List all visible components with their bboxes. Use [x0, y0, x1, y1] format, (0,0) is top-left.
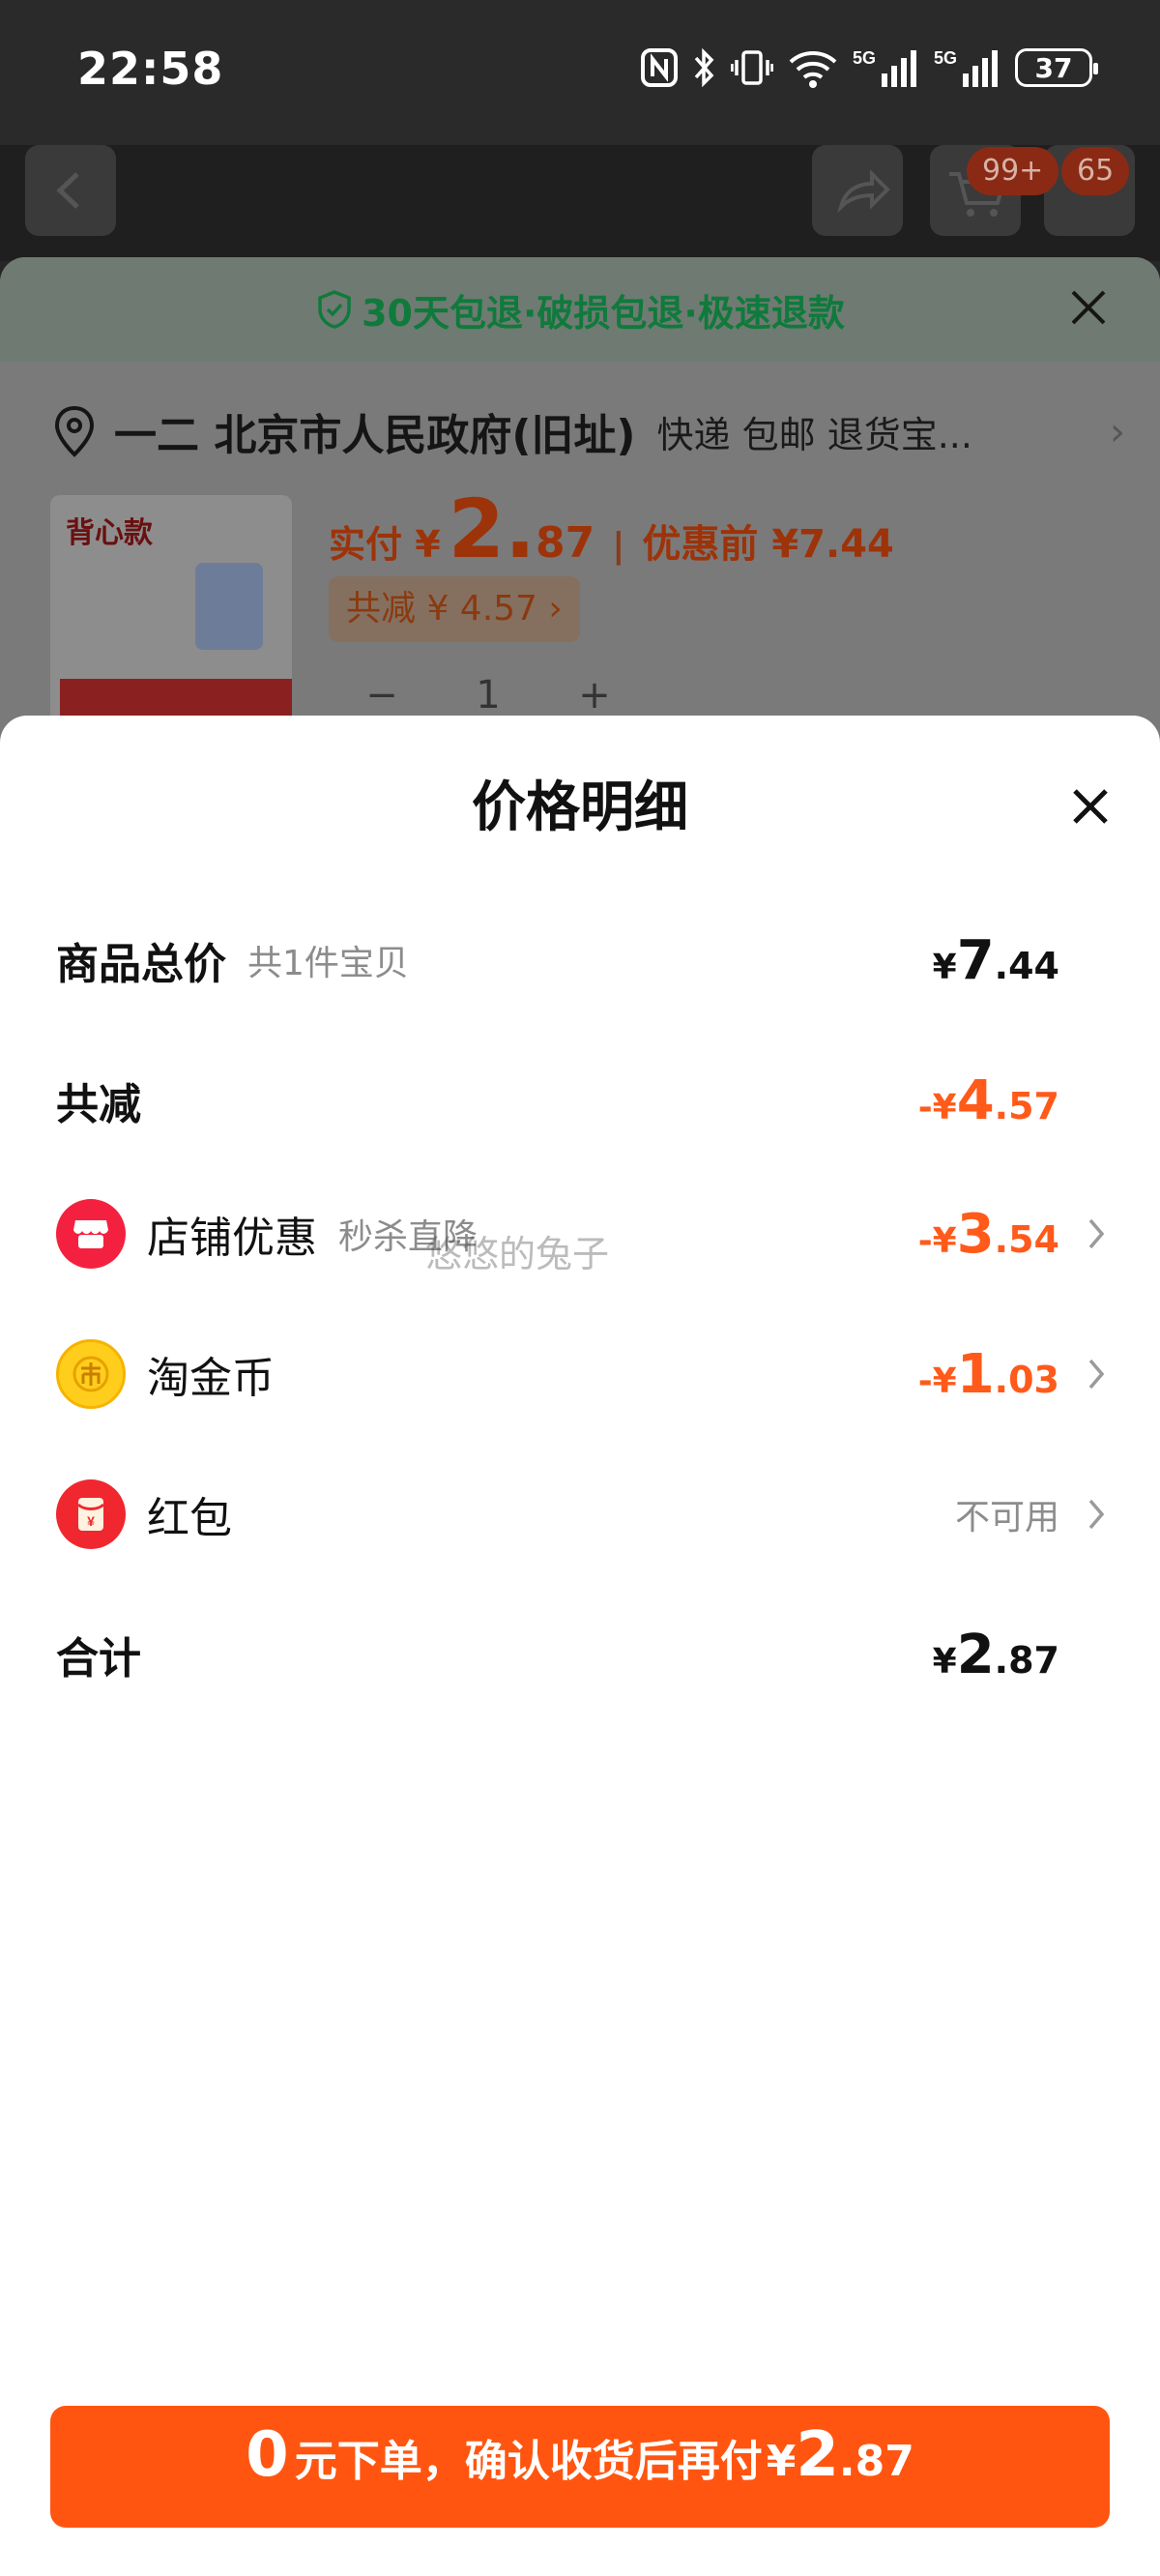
total-discount-amount: -¥ 4 .57 — [918, 1069, 1059, 1132]
price-before: 优惠前 ¥7.44 — [642, 522, 894, 567]
svg-text:5G: 5G — [934, 48, 957, 68]
product-thumbnail: 背心款 — [50, 495, 292, 737]
discount-chip[interactable]: 共减 ¥ 4.57 › — [329, 576, 580, 642]
cart-badge: 99+ — [967, 147, 1059, 195]
nfc-icon — [641, 48, 678, 87]
shop-discount-amount: -¥ 3 .54 — [918, 1203, 1059, 1266]
vibrate-icon — [731, 50, 773, 85]
cta-text: 元下单，确认收货后再付 — [294, 2437, 763, 2486]
price-detail-sheet: 价格明细 商品总价 共1件宝贝 ¥ 7 .44 共减 -¥ 4 .57 店铺优惠… — [0, 716, 1160, 2576]
qty-plus-button[interactable]: + — [541, 673, 648, 717]
chevron-right-icon — [1088, 1499, 1105, 1530]
row-red-envelope[interactable]: ¥ 红包 不可用 — [56, 1476, 1110, 1553]
sheet-title: 价格明细 — [472, 776, 688, 839]
amount-int: 7 — [956, 928, 995, 992]
currency: ¥ — [932, 947, 957, 987]
red-envelope-status: 不可用 — [954, 1498, 1059, 1537]
chevron-right-icon — [1088, 1218, 1105, 1249]
svg-text:5G: 5G — [853, 48, 876, 68]
battery-indicator: 37 — [1015, 48, 1098, 87]
cta-zero: 0 — [246, 2419, 289, 2491]
amount-dec: .03 — [994, 1358, 1059, 1401]
row-label: 红包 — [147, 1494, 232, 1543]
row-taojinbi[interactable]: 淘金币 -¥ 1 .03 — [56, 1335, 1110, 1413]
row-total: 合计 ¥ 2 .87 — [56, 1616, 1110, 1693]
amount-int: 3 — [956, 1202, 995, 1266]
guarantee-bar: 30天包退·破损包退·极速退款 — [0, 257, 1160, 362]
sku-sheet-close-button[interactable] — [1067, 286, 1110, 333]
price-separator: | — [612, 526, 625, 566]
price-row: 实付 ¥ 2. 87 | 优惠前 ¥7.44 — [329, 482, 894, 576]
quantity-stepper[interactable]: − 1 + — [329, 673, 648, 717]
amount-dec: .87 — [994, 1638, 1059, 1682]
total-amount: ¥ 2 .87 — [933, 1624, 1059, 1686]
shield-check-icon — [318, 290, 351, 329]
status-icons: 5G 5G 37 — [640, 44, 1098, 91]
pay-label: 实付 ¥ — [329, 523, 441, 566]
taojinbi-amount: -¥ 1 .03 — [918, 1343, 1059, 1406]
pay-price-int: 2. — [448, 482, 536, 576]
close-icon — [1071, 290, 1106, 325]
location-pin-icon — [54, 405, 95, 457]
currency: -¥ — [917, 1361, 957, 1401]
status-time: 22:58 — [77, 43, 224, 95]
share-icon — [837, 169, 890, 214]
place-order-button[interactable]: 0 元下单，确认收货后再付 ¥ 2 .87 — [50, 2406, 1110, 2528]
amount-int: 4 — [956, 1068, 995, 1132]
pay-price-dec: 87 — [536, 518, 595, 568]
cellular-5g-icon-2: 5G — [934, 48, 998, 87]
shop-icon — [56, 1199, 126, 1269]
product-thumb-label: 背心款 — [66, 516, 153, 550]
row-label: 店铺优惠 — [147, 1214, 317, 1263]
currency: -¥ — [917, 1220, 957, 1261]
subtotal-amount: ¥ 7 .44 — [933, 929, 1059, 992]
status-bar: 22:58 5G 5G 37 — [0, 0, 1160, 145]
qty-value: 1 — [476, 673, 501, 717]
amount-dec: .54 — [994, 1217, 1059, 1261]
amount-dec: .57 — [994, 1084, 1059, 1127]
row-label: 共减 — [56, 1080, 141, 1129]
address-shipping: 快递 包邮 退货宝... — [656, 413, 972, 456]
bluetooth-icon — [694, 47, 714, 88]
message-badge: 65 — [1061, 147, 1130, 195]
product-package-image — [195, 563, 263, 650]
currency: ¥ — [932, 1641, 957, 1682]
row-label: 淘金币 — [147, 1354, 275, 1403]
coin-icon — [56, 1339, 126, 1409]
amount-dec: .44 — [994, 944, 1059, 987]
amount-int: 1 — [956, 1342, 995, 1406]
qty-minus-button[interactable]: − — [329, 673, 435, 717]
amount-int: 2 — [956, 1623, 995, 1686]
cta-currency: ¥ — [766, 2437, 797, 2486]
wifi-icon — [789, 51, 837, 88]
back-button[interactable] — [25, 145, 116, 236]
svg-text:¥: ¥ — [87, 1513, 95, 1529]
cellular-5g-icon: 5G — [853, 48, 916, 87]
cta-amount-dec: .87 — [838, 2437, 914, 2486]
row-label: 合计 — [56, 1634, 141, 1683]
address-name: 一二 北京市人民政府(旧址) — [114, 411, 636, 460]
chevron-right-icon — [1088, 1359, 1105, 1390]
address-row[interactable]: 一二 北京市人民政府(旧址) 快递 包邮 退货宝... › — [52, 400, 1125, 462]
row-subtotal: 商品总价 共1件宝贝 ¥ 7 .44 — [56, 922, 1110, 999]
back-arrow-icon — [56, 172, 79, 209]
currency: -¥ — [917, 1087, 957, 1127]
chevron-right-icon: › — [1110, 410, 1125, 454]
red-envelope-icon: ¥ — [56, 1479, 126, 1549]
row-label: 商品总价 — [56, 940, 226, 989]
sku-sheet-dimmed: 30天包退·破损包退·极速退款 一二 北京市人民政府(旧址) 快递 包邮 退货宝… — [0, 257, 1160, 741]
share-button[interactable] — [812, 145, 903, 236]
close-icon — [1073, 789, 1108, 824]
close-button[interactable] — [1069, 785, 1112, 832]
cta-amount-int: 2 — [796, 2419, 839, 2491]
row-total-discount: 共减 -¥ 4 .57 — [56, 1062, 1110, 1139]
guarantee-text: 30天包退·破损包退·极速退款 — [362, 291, 845, 335]
row-sub: 共1件宝贝 — [247, 944, 409, 983]
battery-level: 37 — [1034, 51, 1073, 84]
watermark-text: 悠悠的兔子 — [425, 1233, 610, 1275]
